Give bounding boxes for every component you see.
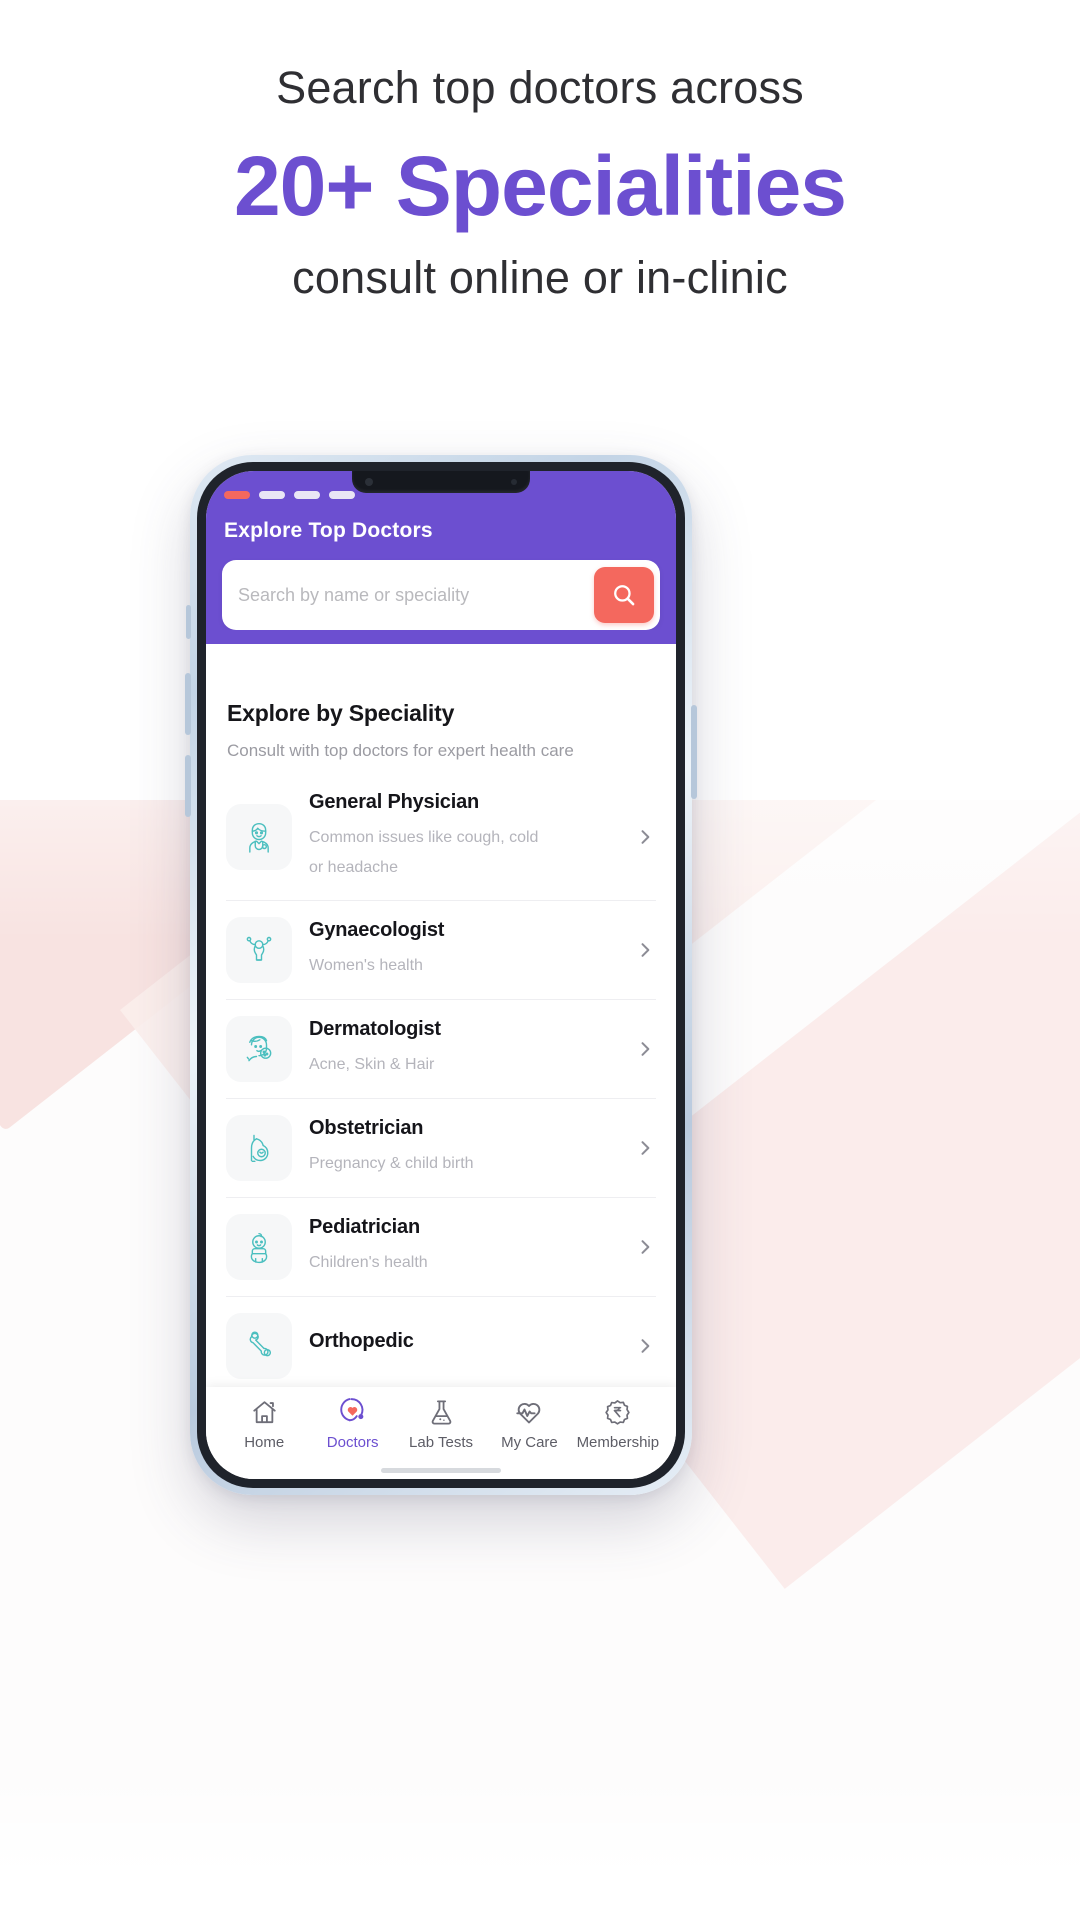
list-item[interactable]: Dermatologist Acne, Skin & Hair <box>226 1000 656 1099</box>
speciality-description: Common issues like cough, cold or headac… <box>309 829 539 877</box>
nav-item-home[interactable]: Home <box>220 1397 308 1451</box>
list-item[interactable]: Obstetrician Pregnancy & child birth <box>226 1099 656 1198</box>
phone-screen: Explore Top Doctors Explo <box>206 471 676 1479</box>
nav-item-my-care[interactable]: My Care <box>485 1397 573 1451</box>
uterus-icon <box>246 936 272 961</box>
hero-line-3: consult online or in-clinic <box>292 251 788 303</box>
list-item[interactable]: Pediatrician Children's health <box>226 1198 656 1297</box>
nav-label: Doctors <box>326 1434 379 1451</box>
promo-screenshot: Search top doctors across 20+ Specialiti… <box>0 0 1080 1920</box>
speciality-name: Dermatologist <box>309 1017 441 1040</box>
app-title: Explore Top Doctors <box>224 519 433 542</box>
background-bottom-fade <box>0 1770 1080 1920</box>
phone-mockup: Explore Top Doctors Explo <box>185 455 697 1495</box>
speciality-name: Orthopedic <box>309 1329 414 1352</box>
phone-volume-down-button <box>185 755 191 817</box>
bone-icon <box>249 1331 272 1357</box>
nav-item-doctors[interactable]: Doctors <box>308 1397 396 1451</box>
speciality-icon-wrapper <box>226 916 292 983</box>
nav-label: My Care <box>501 1434 558 1451</box>
speciality-text: Obstetrician Pregnancy & child birth <box>309 1117 617 1179</box>
hero-line-1: Search top doctors across <box>276 62 804 113</box>
section-subtitle: Consult with top doctors for expert heal… <box>227 741 574 760</box>
speciality-list: General Physician Common issues like cou… <box>206 775 676 1395</box>
speciality-text: Gynaecologist Women's health <box>309 919 617 981</box>
progress-dot-1[interactable] <box>224 491 250 499</box>
speciality-name: Gynaecologist <box>309 918 445 941</box>
nav-item-membership[interactable]: Membership <box>574 1397 662 1451</box>
speciality-icon-wrapper <box>226 1213 292 1280</box>
speciality-name: Pediatrician <box>309 1215 420 1238</box>
hero-headline: 20+ Specialities <box>233 139 847 233</box>
phone-volume-up-button <box>185 673 191 735</box>
progress-dot-2[interactable] <box>259 491 285 499</box>
chevron-right-icon[interactable] <box>634 1336 656 1356</box>
home-indicator <box>381 1468 501 1473</box>
speciality-icon-wrapper <box>226 804 292 871</box>
search-input[interactable] <box>238 584 594 606</box>
chevron-right-icon[interactable] <box>634 1138 656 1158</box>
speciality-text: General Physician Common issues like cou… <box>309 791 617 884</box>
speciality-text: Orthopedic <box>309 1330 617 1362</box>
chevron-right-icon[interactable] <box>634 940 656 960</box>
heart-pulse-icon <box>514 1397 544 1427</box>
speciality-name: Obstetrician <box>309 1116 424 1139</box>
speciality-name: General Physician <box>309 791 480 813</box>
stethoscope-heart-icon <box>337 1397 368 1427</box>
doctor-icon <box>249 823 269 854</box>
speciality-description: Acne, Skin & Hair <box>309 1055 435 1073</box>
progress-dot-3[interactable] <box>294 491 320 499</box>
nav-label: Home <box>244 1434 285 1451</box>
chevron-right-icon[interactable] <box>634 1039 656 1059</box>
speciality-icon-wrapper <box>226 1114 292 1181</box>
header-spacer <box>206 630 676 644</box>
home-icon <box>250 1397 279 1427</box>
phone-power-button <box>691 705 697 799</box>
nav-label: Membership <box>576 1434 660 1451</box>
speciality-description: Children's health <box>309 1253 428 1271</box>
list-item[interactable]: Gynaecologist Women's health <box>226 901 656 1000</box>
app-content: Explore by Speciality Consult with top d… <box>206 644 676 1395</box>
section-title: Explore by Speciality <box>227 700 455 726</box>
nav-label: Lab Tests <box>409 1434 473 1451</box>
phone-mute-switch <box>186 605 191 639</box>
phone-bezel: Explore Top Doctors Explo <box>197 462 685 1488</box>
phone-notch <box>352 471 530 493</box>
rupee-badge-icon <box>603 1397 632 1427</box>
progress-dot-4[interactable] <box>329 491 355 499</box>
speciality-description: Women's health <box>309 956 423 974</box>
bottom-navigation-bar: Home Doctors Lab Tests My Care Membershi… <box>206 1387 676 1479</box>
nav-item-lab-tests[interactable]: Lab Tests <box>397 1397 485 1451</box>
search-button[interactable] <box>594 567 654 623</box>
face-skin-icon <box>246 1035 272 1062</box>
pregnancy-icon <box>250 1134 269 1162</box>
hero-text-block: Search top doctors across 20+ Specialiti… <box>0 0 1080 304</box>
search-bar[interactable] <box>222 560 660 630</box>
flask-icon <box>427 1397 456 1427</box>
speciality-icon-wrapper <box>226 1015 292 1082</box>
list-item[interactable]: General Physician Common issues like cou… <box>226 775 656 901</box>
speciality-text: Pediatrician Children's health <box>309 1216 617 1278</box>
app-header: Explore Top Doctors <box>206 471 676 644</box>
search-icon <box>614 585 635 606</box>
baby-icon <box>250 1232 268 1263</box>
chevron-right-icon[interactable] <box>634 1237 656 1257</box>
chevron-right-icon[interactable] <box>634 827 656 847</box>
speciality-icon-wrapper <box>226 1312 292 1379</box>
speciality-text: Dermatologist Acne, Skin & Hair <box>309 1018 617 1080</box>
list-item[interactable]: Orthopedic <box>226 1297 656 1395</box>
speciality-description: Pregnancy & child birth <box>309 1154 474 1172</box>
